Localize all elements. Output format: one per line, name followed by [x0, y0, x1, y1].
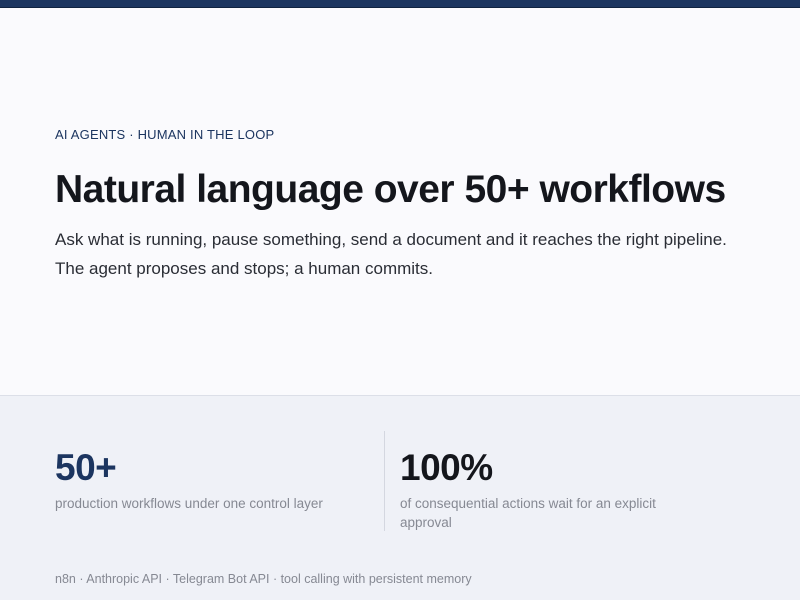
hero-section: AI AGENTS · HUMAN IN THE LOOP Natural la…: [0, 8, 800, 395]
page-subtitle: Ask what is running, pause something, se…: [55, 230, 727, 278]
eyebrow-label: AI AGENTS · HUMAN IN THE LOOP: [55, 127, 275, 142]
top-accent-bar: [0, 0, 800, 8]
page-title: Natural language over 50+ workflows: [55, 168, 726, 211]
stat-divider: [384, 431, 385, 531]
tech-stack-line: n8n · Anthropic API · Telegram Bot API ·…: [55, 572, 472, 586]
stat-workflows: 50+ production workflows under one contr…: [55, 446, 365, 513]
stat-value: 100%: [400, 447, 493, 488]
page: AI AGENTS · HUMAN IN THE LOOP Natural la…: [0, 0, 800, 600]
stat-value: 50+: [55, 447, 117, 488]
stat-description: of consequential actions wait for an exp…: [400, 496, 656, 530]
stat-description: production workflows under one control l…: [55, 496, 323, 511]
stats-section: 50+ production workflows under one contr…: [0, 395, 800, 600]
stat-approvals: 100% of consequential actions wait for a…: [400, 446, 700, 532]
